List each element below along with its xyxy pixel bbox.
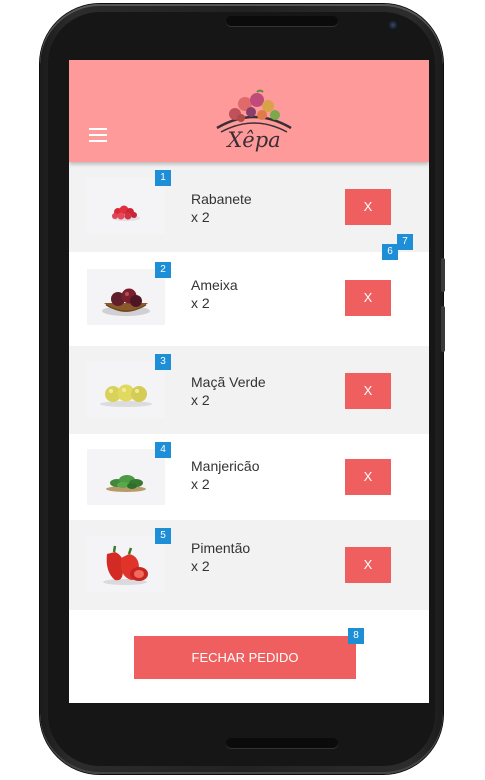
step-badge: 7 (397, 234, 413, 250)
top-speaker (226, 16, 338, 26)
list-item: 2 6 7 Ameixa x 2 X (69, 234, 429, 346)
step-badge: 2 (155, 262, 171, 278)
remove-item-button[interactable]: X (345, 373, 391, 409)
step-badge: 5 (155, 528, 171, 544)
front-camera (388, 20, 398, 30)
product-quantity: x 2 (191, 209, 210, 225)
hamburger-menu-icon[interactable] (89, 128, 109, 142)
step-badge: 1 (155, 170, 171, 186)
product-image-basil (87, 449, 165, 505)
product-name: Maçã Verde (191, 374, 266, 390)
app-screen: Xêpa 1 Rabanete x 2 X 2 6 7 Ameixa x 2 X… (69, 60, 429, 703)
product-quantity: x 2 (191, 295, 210, 311)
product-quantity: x 2 (191, 558, 210, 574)
list-item: 1 Rabanete x 2 X (69, 162, 429, 252)
step-badge: 4 (155, 442, 171, 458)
remove-item-button[interactable]: X (345, 459, 391, 495)
product-image-green-apples (87, 362, 165, 418)
bottom-speaker (226, 738, 338, 748)
list-item: 5 Pimentão x 2 X (69, 520, 429, 610)
checkout-button[interactable]: FECHAR PEDIDO (134, 636, 356, 679)
logo-text: Xêpa (227, 128, 281, 152)
product-image-radishes (87, 178, 165, 234)
volume-button (441, 258, 445, 292)
product-image-red-peppers (87, 536, 165, 592)
remove-item-button[interactable]: X (345, 547, 391, 583)
step-badge: 8 (348, 628, 364, 644)
xepa-logo: Xêpa (211, 88, 297, 158)
remove-item-button[interactable]: X (345, 280, 391, 316)
remove-item-button[interactable]: X (345, 189, 391, 225)
product-quantity: x 2 (191, 392, 210, 408)
product-name: Ameixa (191, 277, 238, 293)
product-image-plums (87, 269, 165, 325)
app-header: Xêpa (69, 60, 429, 162)
list-item: 3 Maçã Verde x 2 X (69, 346, 429, 434)
step-badge: 3 (155, 354, 171, 370)
product-quantity: x 2 (191, 476, 210, 492)
product-name: Rabanete (191, 191, 252, 207)
power-button (441, 306, 445, 352)
list-item: 4 Manjericão x 2 X (69, 434, 429, 520)
step-badge: 6 (382, 244, 398, 260)
product-name: Pimentão (191, 540, 251, 556)
product-name: Manjericão (191, 458, 260, 474)
